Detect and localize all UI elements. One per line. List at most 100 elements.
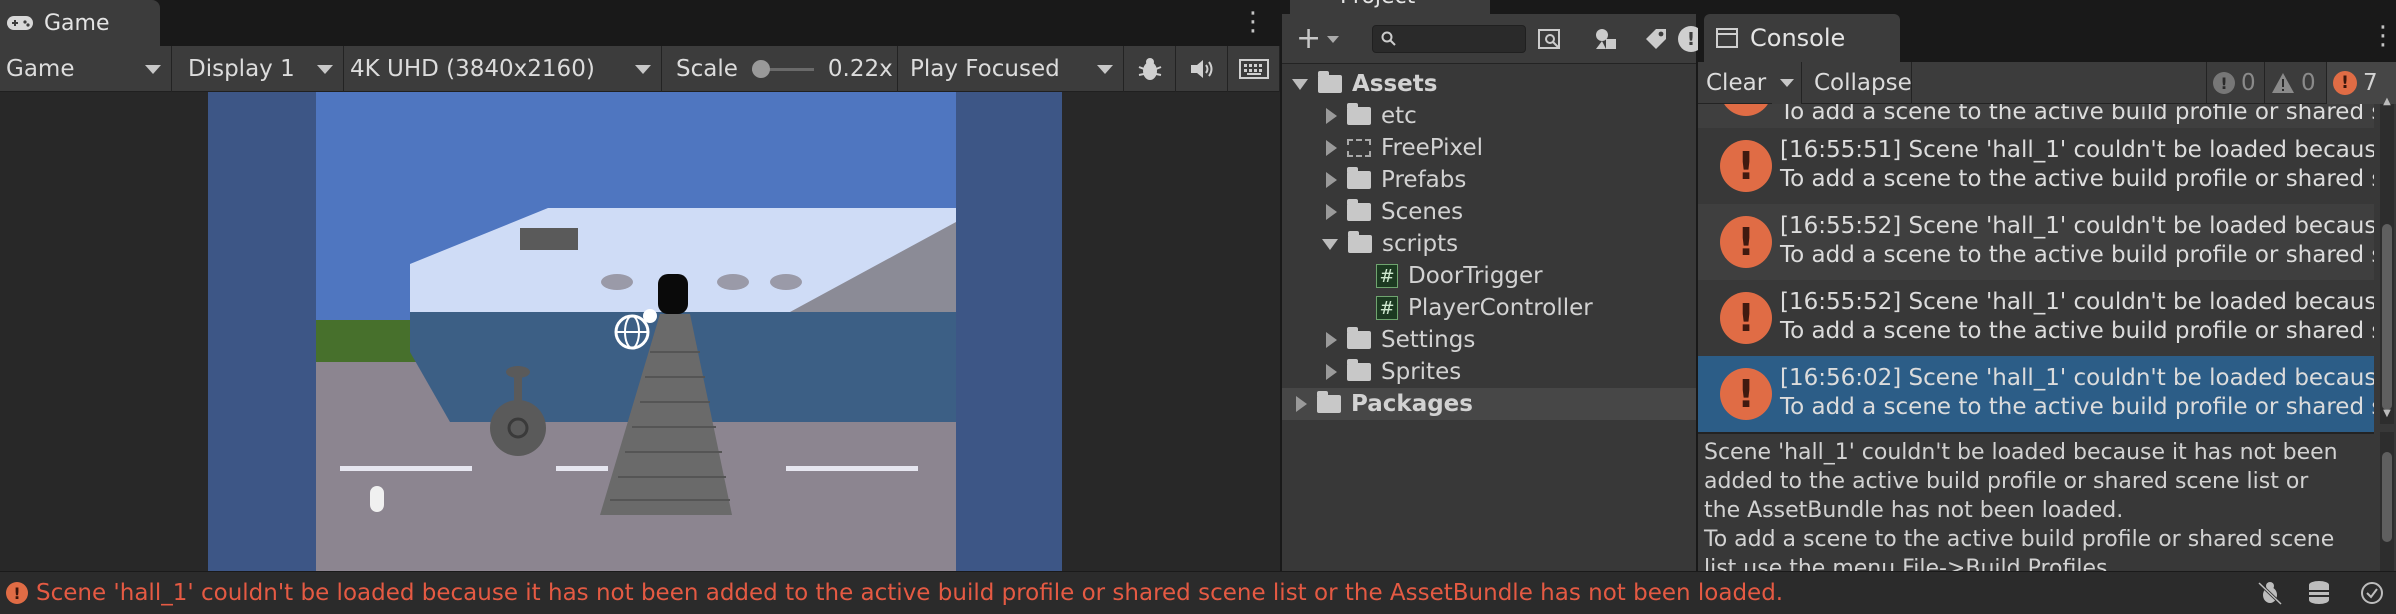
clear-options-dropdown[interactable] [1772,62,1802,104]
scale-slider[interactable] [751,59,814,79]
tree-item-prefabs[interactable]: Prefabs [1282,164,1696,196]
error-icon: ! [6,582,28,604]
expanded-arrow-icon[interactable] [1292,78,1308,90]
collapsed-arrow-icon[interactable] [1326,140,1337,156]
tree-label: Packages [1351,391,1473,417]
tree-item-doortrigger[interactable]: # DoorTrigger [1282,260,1696,292]
debug-bug-button[interactable] [1124,46,1176,92]
play-mode-label: Play Focused [910,56,1060,82]
log-row[interactable]: ! [16:55:52] Scene 'hall_1' couldn't be … [1698,280,2374,356]
log-row[interactable]: ! [16:55:51] Scene 'hall_1' couldn't be … [1698,128,2374,204]
tree-label: Prefabs [1381,167,1467,193]
exclamation-icon: ! [1686,28,1696,50]
collapsed-arrow-icon[interactable] [1326,332,1337,348]
log-line-2: To add a scene to the active build profi… [1780,242,2374,268]
display-dropdown[interactable]: Display 1 [172,46,344,92]
scale-slider-handle[interactable] [751,60,770,78]
collapse-label: Collapse [1814,70,1912,96]
csharp-script-icon: # [1376,296,1398,320]
tree-item-sprites[interactable]: Sprites [1282,356,1696,388]
progress-check-button[interactable] [2360,581,2384,611]
log-line-1: [16:55:52] Scene 'hall_1' couldn't be lo… [1780,289,2374,315]
create-add-button[interactable]: + [1296,24,1346,54]
tab-console[interactable]: Console [1704,14,1900,62]
log-row-selected[interactable]: ! [16:56:02] Scene 'hall_1' couldn't be … [1698,356,2374,432]
game-panel: Game ⋮ Game Display 1 4K UHD (3840x2160)… [0,0,1280,571]
tree-item-scenes[interactable]: Scenes [1282,196,1696,228]
bug-icon [1138,58,1161,80]
cache-server-button[interactable] [2306,580,2332,612]
tree-item-packages[interactable]: Packages [1282,388,1696,420]
detail-line: the AssetBundle has not been loaded. [1704,498,2124,523]
log-line-1: [16:55:51] Scene 'hall_1' couldn't be lo… [1780,137,2374,163]
log-row[interactable]: ! [16:55:52] Scene 'hall_1' couldn't be … [1698,204,2374,280]
scrollbar-thumb[interactable] [2382,224,2392,410]
warning-icon [2272,73,2294,93]
log-line-2: To add a scene to the active build profi… [1780,394,2374,420]
scroll-up-icon[interactable]: ▲ [2380,96,2394,108]
search-by-label-button[interactable] [1592,25,1622,53]
search-icon [1381,31,1396,46]
resolution-dropdown[interactable]: 4K UHD (3840x2160) [344,46,662,92]
debug-mode-button[interactable] [2256,580,2284,612]
scale-slider-group: Scale 0.22x [662,46,898,92]
game-mode-label: Game [6,56,75,82]
speaker-icon [1190,60,1212,78]
tab-game[interactable]: Game [0,0,160,46]
log-row[interactable]: ! To add a scene to the active build pro… [1698,104,2374,128]
game-mode-dropdown[interactable]: Game [0,46,172,92]
collapse-toggle[interactable]: Collapse [1802,62,1912,104]
tree-item-playercontroller[interactable]: # PlayerController [1282,292,1696,324]
chevron-down-icon [317,65,333,74]
collapsed-arrow-icon[interactable] [1296,396,1307,412]
tree-item-scripts[interactable]: scripts [1282,228,1696,260]
more-menu-icon[interactable]: ⋮ [1240,9,1266,36]
play-mode-dropdown[interactable]: Play Focused [898,46,1124,92]
log-text: To add a scene to the active build profi… [1780,104,2374,125]
tree-item-etc[interactable]: etc [1282,100,1696,132]
collapsed-arrow-icon[interactable] [1326,364,1337,380]
search-by-type-button[interactable] [1536,25,1566,53]
tree-label: Scenes [1381,199,1464,225]
tab-console-label: Console [1750,24,1846,52]
folder-open-icon [1318,71,1342,93]
scrollbar-thumb[interactable] [2382,452,2392,542]
keyboard-shortcuts-button[interactable] [1228,46,1280,92]
chevron-down-icon [635,65,651,74]
game-toolbar: Game Display 1 4K UHD (3840x2160) Scale … [0,46,1280,92]
search-input[interactable] [1372,25,1526,53]
tree-label: Settings [1381,327,1476,353]
collapsed-arrow-icon[interactable] [1326,108,1337,124]
game-viewport[interactable] [0,92,1280,571]
tree-item-assets[interactable]: Assets [1282,68,1696,100]
log-detail-pane[interactable]: Scene 'hall_1' couldn't be loaded becaus… [1698,432,2374,571]
keyboard-icon [1238,59,1269,79]
error-icon: ! [1720,368,1772,420]
check-circle-icon [2361,582,2383,604]
collapsed-arrow-icon[interactable] [1326,172,1337,188]
project-toolbar: + ! [1282,14,1704,64]
console-panel: Console ⋮ Clear Collapse ! 0 0 ! 7 ! To … [1698,0,2396,571]
gamepad-icon [7,16,33,30]
chevron-down-icon [1779,79,1794,87]
detail-scrollbar[interactable] [2380,432,2394,571]
warning-filter-toggle[interactable]: 0 [2264,62,2326,104]
mute-audio-button[interactable] [1176,46,1228,92]
tag-filter-button[interactable] [1642,25,1672,53]
log-line-2: To add a scene to the active build profi… [1780,166,2374,192]
error-icon: ! [1720,140,1772,192]
scroll-down-icon[interactable]: ▼ [2380,408,2394,420]
folder-icon [1347,167,1371,189]
collapsed-arrow-icon[interactable] [1326,204,1337,220]
more-menu-icon[interactable]: ⋮ [2370,23,2396,50]
expanded-arrow-icon[interactable] [1322,238,1338,250]
clear-label: Clear [1706,70,1767,96]
tree-item-freepixel[interactable]: FreePixel [1282,132,1696,164]
info-filter-toggle[interactable]: ! 0 [2206,62,2264,104]
log-scrollbar[interactable]: ▲ ▼ [2380,96,2394,424]
tab-project[interactable]: Project [1290,0,1490,14]
tag-icon [1646,29,1666,49]
status-bar[interactable]: ! Scene 'hall_1' couldn't be loaded beca… [0,571,2396,614]
bug-icon [2257,581,2283,606]
tree-item-settings[interactable]: Settings [1282,324,1696,356]
